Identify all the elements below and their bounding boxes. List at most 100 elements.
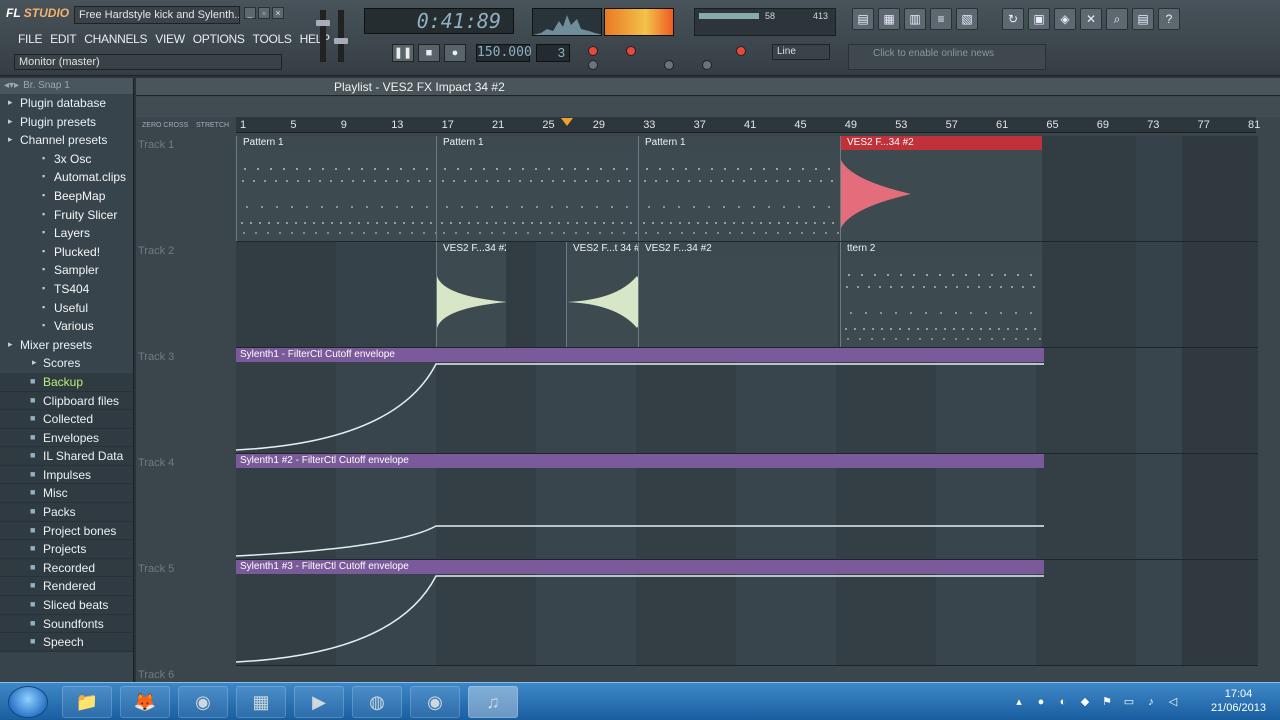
browser-item[interactable]: ■ Soundfonts — [0, 614, 133, 634]
envelope-clip-header[interactable]: Sylenth1 - FilterCtl Cutoff envelope — [236, 348, 1044, 362]
stop-button[interactable]: ■ — [418, 44, 440, 62]
browser-item[interactable]: ■ Misc — [0, 484, 133, 504]
browser-menu-icon[interactable]: ◂▾▸ — [4, 80, 19, 92]
browser-item[interactable]: ■ Rendered — [0, 577, 133, 597]
browser-item[interactable]: ■ Impulses — [0, 465, 133, 485]
chrome-icon[interactable]: ◉ — [178, 686, 228, 718]
calendar-icon[interactable]: ▦ — [236, 686, 286, 718]
zero-cross-toggle[interactable]: ZERO CROSS — [142, 122, 188, 129]
menu-tools[interactable]: TOOLS — [249, 29, 296, 49]
playhead-marker[interactable] — [561, 118, 573, 126]
track-lane[interactable]: Pattern 1 Pattern 1 Pattern 1 VES2 F...34 #… — [236, 136, 1256, 242]
browser-icon[interactable]: ≡ — [930, 8, 952, 30]
menu-help[interactable]: HELP — [296, 29, 334, 49]
tray-volume-icon[interactable]: ♪ — [1144, 695, 1158, 709]
menu-options[interactable]: OPTIONS — [189, 29, 249, 49]
master-volume-slider[interactable] — [316, 10, 330, 62]
export-icon[interactable]: ◈ — [1054, 8, 1076, 30]
master-pitch-slider[interactable] — [334, 10, 348, 62]
menu-file[interactable]: FILE — [14, 29, 46, 49]
minimize-icon[interactable]: _ — [244, 7, 256, 19]
pattern-clip[interactable]: Pattern 1 — [638, 136, 840, 241]
browser-item[interactable]: ■ Backup — [0, 372, 133, 392]
time-ruler[interactable]: 1 5 9 13 17 21 25 29 33 37 41 45 49 53 57 61 65 69 73 77 81 — [236, 117, 1260, 133]
track-lane[interactable]: Sylenth1 - FilterCtl Cutoff envelope — [236, 348, 1256, 454]
browser-item[interactable]: ▸ Channel presets — [0, 131, 133, 150]
track-label[interactable]: Track 5 — [138, 563, 174, 575]
tray-monitor-icon[interactable]: ▭ — [1122, 695, 1136, 709]
browser-item[interactable]: ▪ Automat.clips — [0, 168, 133, 187]
menu-view[interactable]: VIEW — [151, 29, 188, 49]
envelope-clip-header[interactable]: Sylenth1 #2 - FilterCtl Cutoff envelope — [236, 454, 1044, 468]
media-icon[interactable]: ▶ — [294, 686, 344, 718]
tray-expand-icon[interactable]: ▴ — [1012, 695, 1026, 709]
search-icon[interactable]: ⌕ — [1106, 8, 1128, 30]
envelope-curve[interactable] — [236, 362, 1044, 454]
browser-item[interactable]: ■ Collected — [0, 410, 133, 429]
browser-item[interactable]: ■ IL Shared Data — [0, 447, 133, 466]
save-icon[interactable]: ▣ — [1028, 8, 1050, 30]
flstudio-icon[interactable]: ♫ — [468, 686, 518, 718]
pause-button[interactable]: ❚❚ — [392, 44, 414, 62]
envelope-clip-header[interactable]: Sylenth1 #3 - FilterCtl Cutoff envelope — [236, 560, 1044, 574]
browser-item[interactable]: ■ Project bones — [0, 521, 133, 541]
typing-keyboard-led[interactable] — [626, 46, 636, 56]
globe-icon[interactable]: ◍ — [352, 686, 402, 718]
tempo-display[interactable]: 150.000 — [476, 44, 532, 62]
browser-item[interactable]: ▪ Various — [0, 317, 133, 336]
pattern-clip[interactable]: Pattern 1 — [436, 136, 638, 241]
browser-item[interactable]: ■ Envelopes — [0, 428, 133, 448]
browser-item[interactable]: ■ Projects — [0, 540, 133, 559]
explorer-icon[interactable]: 📁 — [62, 686, 112, 718]
fl-logo[interactable]: FL STUDIO — [6, 6, 74, 24]
record-button[interactable]: ● — [444, 44, 466, 62]
loop-record-button[interactable] — [702, 60, 712, 70]
browser-item[interactable]: ▸ Scores — [0, 354, 133, 373]
pattern-clip[interactable]: Pattern 1 — [236, 136, 438, 241]
track-label[interactable]: Track 4 — [138, 457, 174, 469]
mixer-icon[interactable]: ▧ — [956, 8, 978, 30]
tray-flag-icon[interactable]: ⚑ — [1100, 695, 1114, 709]
empty-lane-area[interactable] — [1182, 560, 1258, 666]
pattern-mode-led[interactable] — [588, 46, 598, 56]
record-mode-led[interactable] — [736, 46, 746, 56]
browser-item[interactable]: ▸ Plugin database — [0, 94, 133, 113]
tray-network-icon[interactable]: ◐ — [1056, 695, 1070, 709]
browser-item[interactable]: ▪ Plucked! — [0, 243, 133, 262]
track-label[interactable]: Track 1 — [138, 139, 174, 151]
tools-icon[interactable]: ✕ — [1080, 8, 1102, 30]
browser-item[interactable]: ▸ Mixer presets — [0, 336, 133, 355]
track-label[interactable]: Track 3 — [138, 351, 174, 363]
empty-lane-area[interactable] — [1182, 136, 1258, 242]
audio-clip[interactable]: VES2 F...34 #2 — [436, 242, 506, 347]
tray-app-icon[interactable]: ● — [1034, 695, 1048, 709]
menu-channels[interactable]: CHANNELS — [80, 29, 151, 49]
browser-item[interactable]: ■ Clipboard files — [0, 391, 133, 411]
browser-item[interactable]: ▪ Useful — [0, 299, 133, 318]
pattern-selector[interactable]: 3 — [536, 44, 570, 62]
help-icon[interactable]: ? — [1158, 8, 1180, 30]
tray-sync-icon[interactable]: ◆ — [1078, 695, 1092, 709]
playlist-icon[interactable]: ▤ — [852, 8, 874, 30]
chrome-icon[interactable]: ◉ — [410, 686, 460, 718]
track-lane[interactable]: Sylenth1 #3 - FilterCtl Cutoff envelope — [236, 560, 1256, 666]
pattern-clip[interactable]: VES2 F...34 #2 — [840, 136, 1042, 241]
browser-item[interactable]: ■ Speech — [0, 633, 133, 652]
envelope-curve[interactable] — [236, 574, 1044, 666]
envelope-curve[interactable] — [236, 468, 1044, 560]
browser-item[interactable]: ▪ Fruity Slicer — [0, 206, 133, 225]
browser-item[interactable]: ▪ Sampler — [0, 261, 133, 280]
restore-icon[interactable]: ▫ — [258, 7, 270, 19]
track-label[interactable]: Track 2 — [138, 245, 174, 257]
notes-icon[interactable]: ▤ — [1132, 8, 1154, 30]
online-news-panel[interactable]: Click to enable online news — [848, 44, 1046, 70]
empty-lane-area[interactable] — [1182, 454, 1258, 560]
browser-item[interactable]: ▪ 3x Osc — [0, 150, 133, 169]
empty-lane-area[interactable] — [1182, 348, 1258, 454]
song-time-display[interactable]: 0:41:89 — [364, 8, 514, 34]
browser-item[interactable]: ▪ Layers — [0, 224, 133, 243]
tray-speaker-icon[interactable]: ◁ — [1166, 695, 1180, 709]
piano-roll-icon[interactable]: ▥ — [904, 8, 926, 30]
metronome-button[interactable] — [588, 60, 598, 70]
audio-clip[interactable]: VES2 F...34 #2 — [638, 242, 838, 347]
